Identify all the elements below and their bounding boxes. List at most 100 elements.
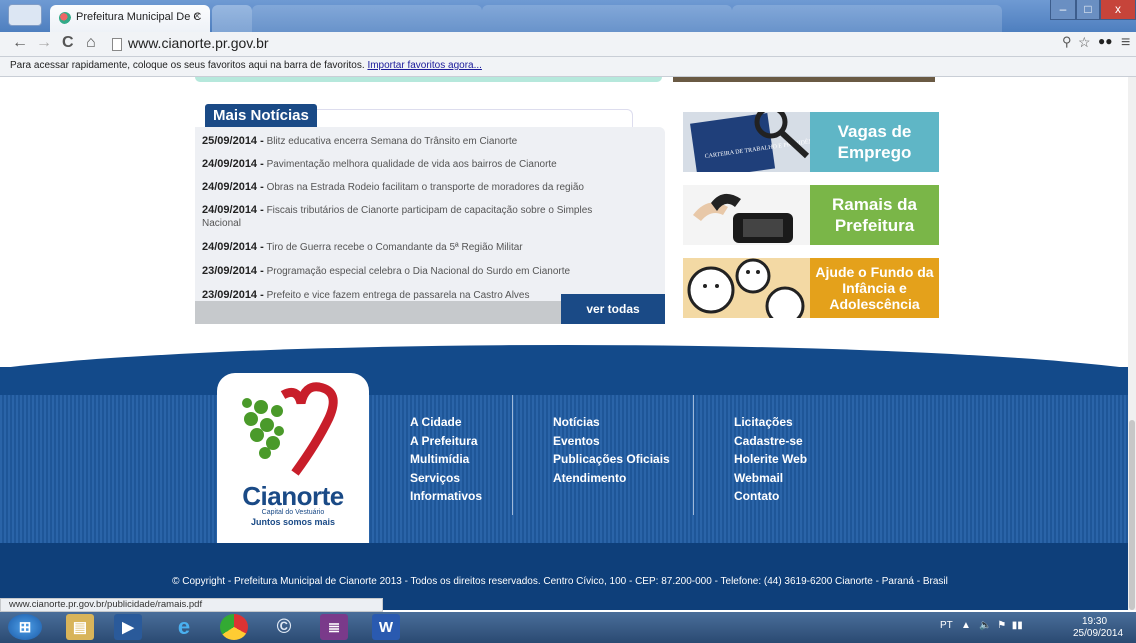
copyright-text: © Copyright - Prefeitura Municipal de Ci… — [172, 576, 948, 587]
address-text: www.cianorte.pr.gov.br — [128, 35, 269, 51]
footer-link[interactable]: Licitações — [734, 413, 807, 432]
chrome-menu-icon[interactable] — [8, 4, 42, 26]
news-footer-bar — [195, 301, 561, 324]
maximize-button[interactable]: □ — [1076, 0, 1100, 20]
news-headline[interactable]: Programação especial celebra o Dia Nacio… — [267, 266, 571, 277]
footer-divider — [512, 395, 513, 515]
jobs-banner[interactable]: CARTEIRA DE TRABALHO E PREVIDÊNCIA SOCIA… — [683, 112, 939, 172]
forward-icon[interactable]: → — [36, 34, 52, 52]
see-all-news-button[interactable]: ver todas — [561, 294, 665, 324]
reload-icon[interactable]: C — [62, 34, 74, 52]
news-headline[interactable]: Obras na Estrada Rodeio facilitam o tran… — [267, 182, 584, 193]
banner-edge — [195, 77, 662, 82]
news-date: 25/09/2014 - — [202, 135, 264, 147]
footer-link[interactable]: Holerite Web — [734, 450, 807, 469]
footer-link[interactable]: Eventos — [553, 432, 670, 451]
news-title: Mais Notícias — [205, 104, 317, 128]
news-item[interactable]: 24/09/2014 - Fiscais tributários de Cian… — [202, 204, 632, 230]
page-icon — [112, 38, 122, 51]
footer-link[interactable]: Contato — [734, 487, 807, 506]
news-headline[interactable]: Blitz educativa encerra Semana do Trânsi… — [267, 136, 518, 147]
close-window-button[interactable]: x — [1100, 0, 1136, 20]
menu-icon[interactable]: ≡ — [1121, 34, 1130, 52]
news-headline[interactable]: Prefeito e vice fazem entrega de passare… — [267, 290, 530, 301]
children-faces-image — [683, 258, 810, 318]
tab-background-2[interactable] — [482, 5, 732, 32]
language-indicator[interactable]: PT — [940, 620, 953, 631]
browser-toolbar: ← → C ⌂ www.cianorte.pr.gov.br ⚲ ☆ ●● ≡ — [0, 32, 1136, 57]
footer-divider — [693, 395, 694, 515]
extensions-banner[interactable]: Ramais da Prefeitura — [683, 185, 939, 245]
footer-link[interactable]: Atendimento — [553, 469, 670, 488]
logo-icon — [242, 382, 338, 476]
footer-link[interactable]: A Prefeitura — [410, 432, 482, 451]
address-bar[interactable]: www.cianorte.pr.gov.br — [112, 35, 1012, 55]
news-date: 24/09/2014 - — [202, 158, 264, 170]
archive-app-icon[interactable]: ≣ — [320, 614, 348, 640]
news-item[interactable]: 24/09/2014 - Pavimentação melhora qualid… — [202, 158, 632, 171]
home-icon[interactable]: ⌂ — [86, 34, 96, 52]
news-headline[interactable]: Pavimentação melhora qualidade de vida a… — [267, 159, 557, 170]
news-item[interactable]: 23/09/2014 - Programação especial celebr… — [202, 265, 632, 278]
news-date: 24/09/2014 - — [202, 204, 264, 216]
tray-arrow-icon[interactable]: ▲ — [955, 620, 976, 631]
scrollbar-thumb[interactable] — [1129, 420, 1135, 610]
footer-link[interactable]: Notícias — [553, 413, 670, 432]
news-item[interactable]: 25/09/2014 - Blitz educativa encerra Sem… — [202, 135, 632, 148]
import-bookmarks-link[interactable]: Importar favoritos agora... — [367, 60, 482, 71]
childhood-fund-label: Ajude o Fundo da Infância e Adolescência — [810, 258, 939, 318]
logo-slogan: Juntos somos mais — [250, 517, 336, 527]
footer-link[interactable]: Cadastre-se — [734, 432, 807, 451]
volume-icon[interactable]: 🔈 — [979, 620, 994, 631]
browser-tab-bar: Prefeitura Municipal De C × – □ x — [0, 0, 1136, 32]
tab-background-1[interactable] — [252, 5, 482, 32]
tab-background-3[interactable] — [732, 5, 1002, 32]
footer-link[interactable]: Serviços — [410, 469, 482, 488]
star-icon[interactable]: ☆ — [1078, 34, 1091, 51]
work-card-image: CARTEIRA DE TRABALHO E PREVIDÊNCIA SOCIA… — [683, 112, 810, 172]
footer-link[interactable]: Informativos — [410, 487, 482, 506]
file-explorer-icon[interactable]: ▤ — [66, 614, 94, 640]
footer-col-2: Notícias Eventos Publicações Oficiais At… — [553, 413, 670, 487]
jobs-label: Vagas de Emprego — [810, 112, 939, 172]
news-headline[interactable]: Tiro de Guerra recebe o Comandante da 5ª… — [266, 242, 522, 253]
footer-col-3: Licitações Cadastre-se Holerite Web Webm… — [734, 413, 807, 506]
internet-explorer-icon[interactable]: e — [170, 614, 198, 640]
zoom-icon[interactable]: ⚲ — [1062, 34, 1072, 50]
logo-name: Cianorte — [242, 481, 344, 511]
tab-title: Prefeitura Municipal De C — [76, 11, 202, 23]
news-date: 24/09/2014 - — [202, 181, 264, 193]
site-favicon-icon — [59, 12, 71, 24]
flag-icon[interactable]: ⚑ — [997, 620, 1009, 631]
app-c-icon[interactable]: © — [270, 614, 298, 640]
tab-close-icon[interactable]: × — [194, 11, 200, 22]
back-icon[interactable]: ← — [12, 34, 28, 52]
image-edge — [673, 77, 935, 82]
footer-link[interactable]: Multimídia — [410, 450, 482, 469]
news-item[interactable]: 24/09/2014 - Tiro de Guerra recebe o Com… — [202, 241, 632, 254]
start-button[interactable]: ⊞ — [8, 614, 42, 640]
footer-link[interactable]: A Cidade — [410, 413, 482, 432]
clock-date[interactable]: 25/09/2014 — [1073, 628, 1123, 639]
footer-link[interactable]: Webmail — [734, 469, 807, 488]
tab-prefeitura[interactable]: Prefeitura Municipal De C × — [50, 5, 210, 32]
tab-new[interactable] — [212, 5, 252, 32]
bookmarks-hint: Para acessar rapidamente, coloque os seu… — [10, 60, 365, 71]
minimize-button[interactable]: – — [1050, 0, 1076, 20]
extension-icon[interactable]: ●● — [1098, 34, 1113, 48]
media-player-icon[interactable]: ▶ — [114, 614, 142, 640]
footer-col-1: A Cidade A Prefeitura Multimídia Serviço… — [410, 413, 482, 506]
chrome-icon[interactable] — [220, 614, 248, 640]
logo-tagline: Capital do Vestuário — [261, 509, 325, 516]
telephone-image — [683, 185, 810, 245]
childhood-fund-banner[interactable]: Ajude o Fundo da Infância e Adolescência — [683, 258, 939, 318]
news-date: 23/09/2014 - — [202, 289, 264, 301]
news-item[interactable]: 24/09/2014 - Obras na Estrada Rodeio fac… — [202, 181, 632, 194]
network-icon[interactable]: ▮▮ — [1012, 620, 1023, 631]
page-content: Mais Notícias 25/09/2014 - Blitz educati… — [0, 77, 1128, 610]
word-icon[interactable]: W — [372, 614, 400, 640]
news-date: 23/09/2014 - — [202, 265, 264, 277]
clock-time[interactable]: 19:30 — [1082, 616, 1107, 627]
footer-link[interactable]: Publicações Oficiais — [553, 450, 670, 469]
system-tray[interactable]: PT ▲ 🔈 ⚑ ▮▮ — [940, 620, 1023, 631]
